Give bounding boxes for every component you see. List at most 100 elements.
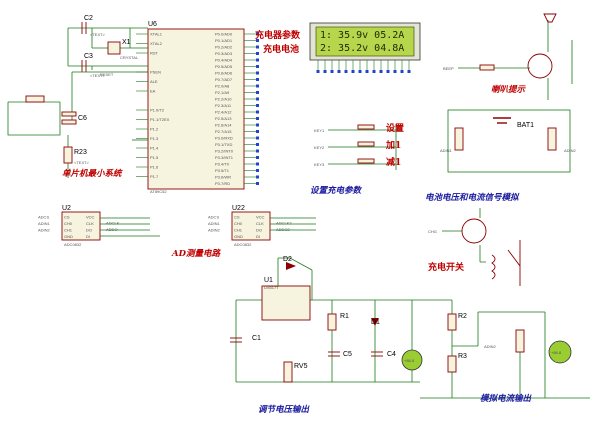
key-button-3[interactable]: [357, 158, 375, 164]
adc-net-left: ADCS: [38, 215, 49, 220]
mcu-right-pin-label: P0.7/AD7: [215, 77, 233, 82]
mcu-pin-marker: [256, 78, 259, 81]
mcu-minimum-system: U6 AT89C52 XTAL1 XTAL2 RST PSEN ALE EA P1.0/T2…: [7, 15, 259, 194]
mcu-right-pin-label: P0.2/AD2: [215, 45, 233, 50]
mcu-left-pin-label: EA: [150, 89, 156, 94]
mcu-right-pin-label: P2.2/A10: [215, 97, 232, 102]
lcd-pin: [344, 70, 348, 73]
c1-ref: C1: [252, 335, 261, 342]
current-rv[interactable]: [515, 329, 525, 353]
r23-ref: R23: [74, 149, 87, 156]
c6-plate: [61, 119, 77, 125]
mcu-pin-marker: [256, 97, 259, 101]
key-section: KEY1 KEY2 KEY3 设置 加1 减1 设置充电参数: [310, 122, 404, 196]
beep-net: BEEP: [443, 66, 454, 71]
d2-ref: D2: [283, 256, 292, 263]
mcu-right-pin-label: P3.1/TXD: [215, 142, 232, 147]
reset-button[interactable]: [25, 95, 45, 103]
mcu-left-pin-label: XTAL1: [150, 32, 163, 37]
mcu-pin-marker: [256, 130, 259, 133]
mcu-pin-marker: [256, 117, 259, 120]
label-battery-sim: 电池电压和电流信号模拟: [425, 192, 520, 203]
mcu-left-pin-label: P1.2: [150, 127, 159, 132]
mcu-pin-marker: [256, 45, 259, 49]
label-charge-battery: 充电电池: [263, 43, 299, 55]
lcd-pins: [316, 60, 411, 73]
u1-part: LM317T: [264, 285, 279, 290]
lcd-line1: 1: 35.9v 05.2A: [320, 30, 404, 41]
mcu-pin-marker: [256, 123, 259, 127]
mcu-pin-marker: [256, 58, 259, 62]
voltmeter-value: +88.8: [404, 358, 415, 363]
mcu-right-pin-label: P0.4/AD4: [215, 58, 233, 63]
key-button-1[interactable]: [357, 124, 375, 130]
u1-ref: U1: [264, 277, 273, 284]
mcu-right-pin-label: P3.3/INT1: [215, 155, 234, 160]
mcu-pin-marker: [256, 136, 259, 140]
mcu-right-pin-label: P3.0/RXD: [215, 136, 233, 141]
battery-rv-left[interactable]: [454, 127, 464, 151]
lcd-pin: [365, 70, 369, 73]
crystal-part: CRYSTAL: [120, 55, 139, 60]
c3-ref: C3: [84, 53, 93, 60]
rv5-potentiometer[interactable]: [283, 361, 293, 383]
u2-part: ADC0832: [64, 242, 82, 247]
mcu-left-pin-label: P1.7: [150, 174, 159, 179]
adc-pin-right: DO: [86, 228, 92, 233]
u22-part: ADC0832: [234, 242, 252, 247]
mcu-right-pin-label: P3.7/RD: [215, 181, 230, 186]
lcd-pin: [358, 70, 362, 73]
mcu-left-pin-label: P1.4: [150, 146, 159, 151]
key-net-label: KEY2: [314, 145, 325, 150]
lm317-regulator[interactable]: [261, 285, 311, 321]
adc-net-right: ADCLK2: [276, 221, 292, 226]
label-charge-params: 充电器参数: [255, 29, 301, 41]
buzzer-section: BEEP 喇叭提示: [443, 13, 573, 100]
adc-pin-left: CH1: [234, 228, 243, 233]
mcu-right-pin-label: P2.3/A11: [215, 103, 232, 108]
relay-coil: [491, 254, 496, 280]
lcd-pin: [316, 70, 320, 73]
label-adjust-output: 调节电压输出: [258, 404, 311, 415]
lcd-pin: [337, 70, 341, 73]
adc-pin-right: VCC: [256, 215, 265, 220]
charge-switch-section: CHG 充电开关: [428, 208, 521, 286]
mcu-right-pin-label: P2.4/A12: [215, 110, 232, 115]
mcu-right-pin-label: P2.7/A15: [215, 129, 232, 134]
adc-section: U2 ADC0832 CSCH0CH1GNDVCCCLKDODIADCSADIN…: [38, 205, 316, 259]
key-net-label: KEY3: [314, 162, 325, 167]
mcu-right-pin-label: P2.1/A9: [215, 90, 230, 95]
mcu-part: AT89C52: [150, 189, 167, 194]
r23-text: <TEXT>: [74, 160, 90, 165]
current-sim-section: R2 R3 ADIN2 +88.8 模拟电流输出: [420, 300, 590, 404]
lcd-display: 充电器参数 充电电池 1: 35.9v 05.2A 2: 35.2v 04.8A: [255, 22, 421, 73]
label-mcu-min-system: 单片机最小系统: [62, 168, 123, 179]
battery-rv-right[interactable]: [547, 127, 557, 151]
key-button-2[interactable]: [357, 141, 375, 147]
lcd-pin: [386, 70, 390, 73]
r23-resistor[interactable]: [63, 146, 73, 164]
relay-contact[interactable]: [507, 240, 521, 286]
adc-pin-left: GND: [64, 234, 73, 239]
r2-resistor: [447, 313, 457, 331]
adc-pin-left: GND: [234, 234, 243, 239]
schematic-canvas: U6 AT89C52 XTAL1 XTAL2 RST PSEN ALE EA P1.0/T2…: [7, 13, 590, 415]
mcu-left-pin-label: XTAL2: [150, 41, 163, 46]
reset-net: RESET: [100, 72, 114, 77]
adc-pin-left: CH0: [64, 221, 73, 226]
adc-pin-left: CH1: [64, 228, 73, 233]
lcd-pin: [400, 70, 404, 73]
adc-pin-left: CH0: [234, 221, 243, 226]
crystal-x1[interactable]: [107, 41, 121, 55]
mcu-right-pin-label: P0.6/AD6: [215, 71, 233, 76]
r1-resistor: [327, 313, 337, 331]
r3-ref: R3: [458, 353, 467, 360]
mcu-left-pin-label: PSEN: [150, 70, 161, 75]
mcu-pin-marker: [256, 162, 259, 166]
label-buzzer: 喇叭提示: [491, 84, 527, 95]
mcu-right-pin-label: P2.5/A13: [215, 116, 232, 121]
mcu-pin-marker: [256, 104, 259, 107]
key-add-label: 加1: [385, 139, 401, 151]
adc-pin-right: DO: [256, 228, 262, 233]
r2-ref: R2: [458, 313, 467, 320]
